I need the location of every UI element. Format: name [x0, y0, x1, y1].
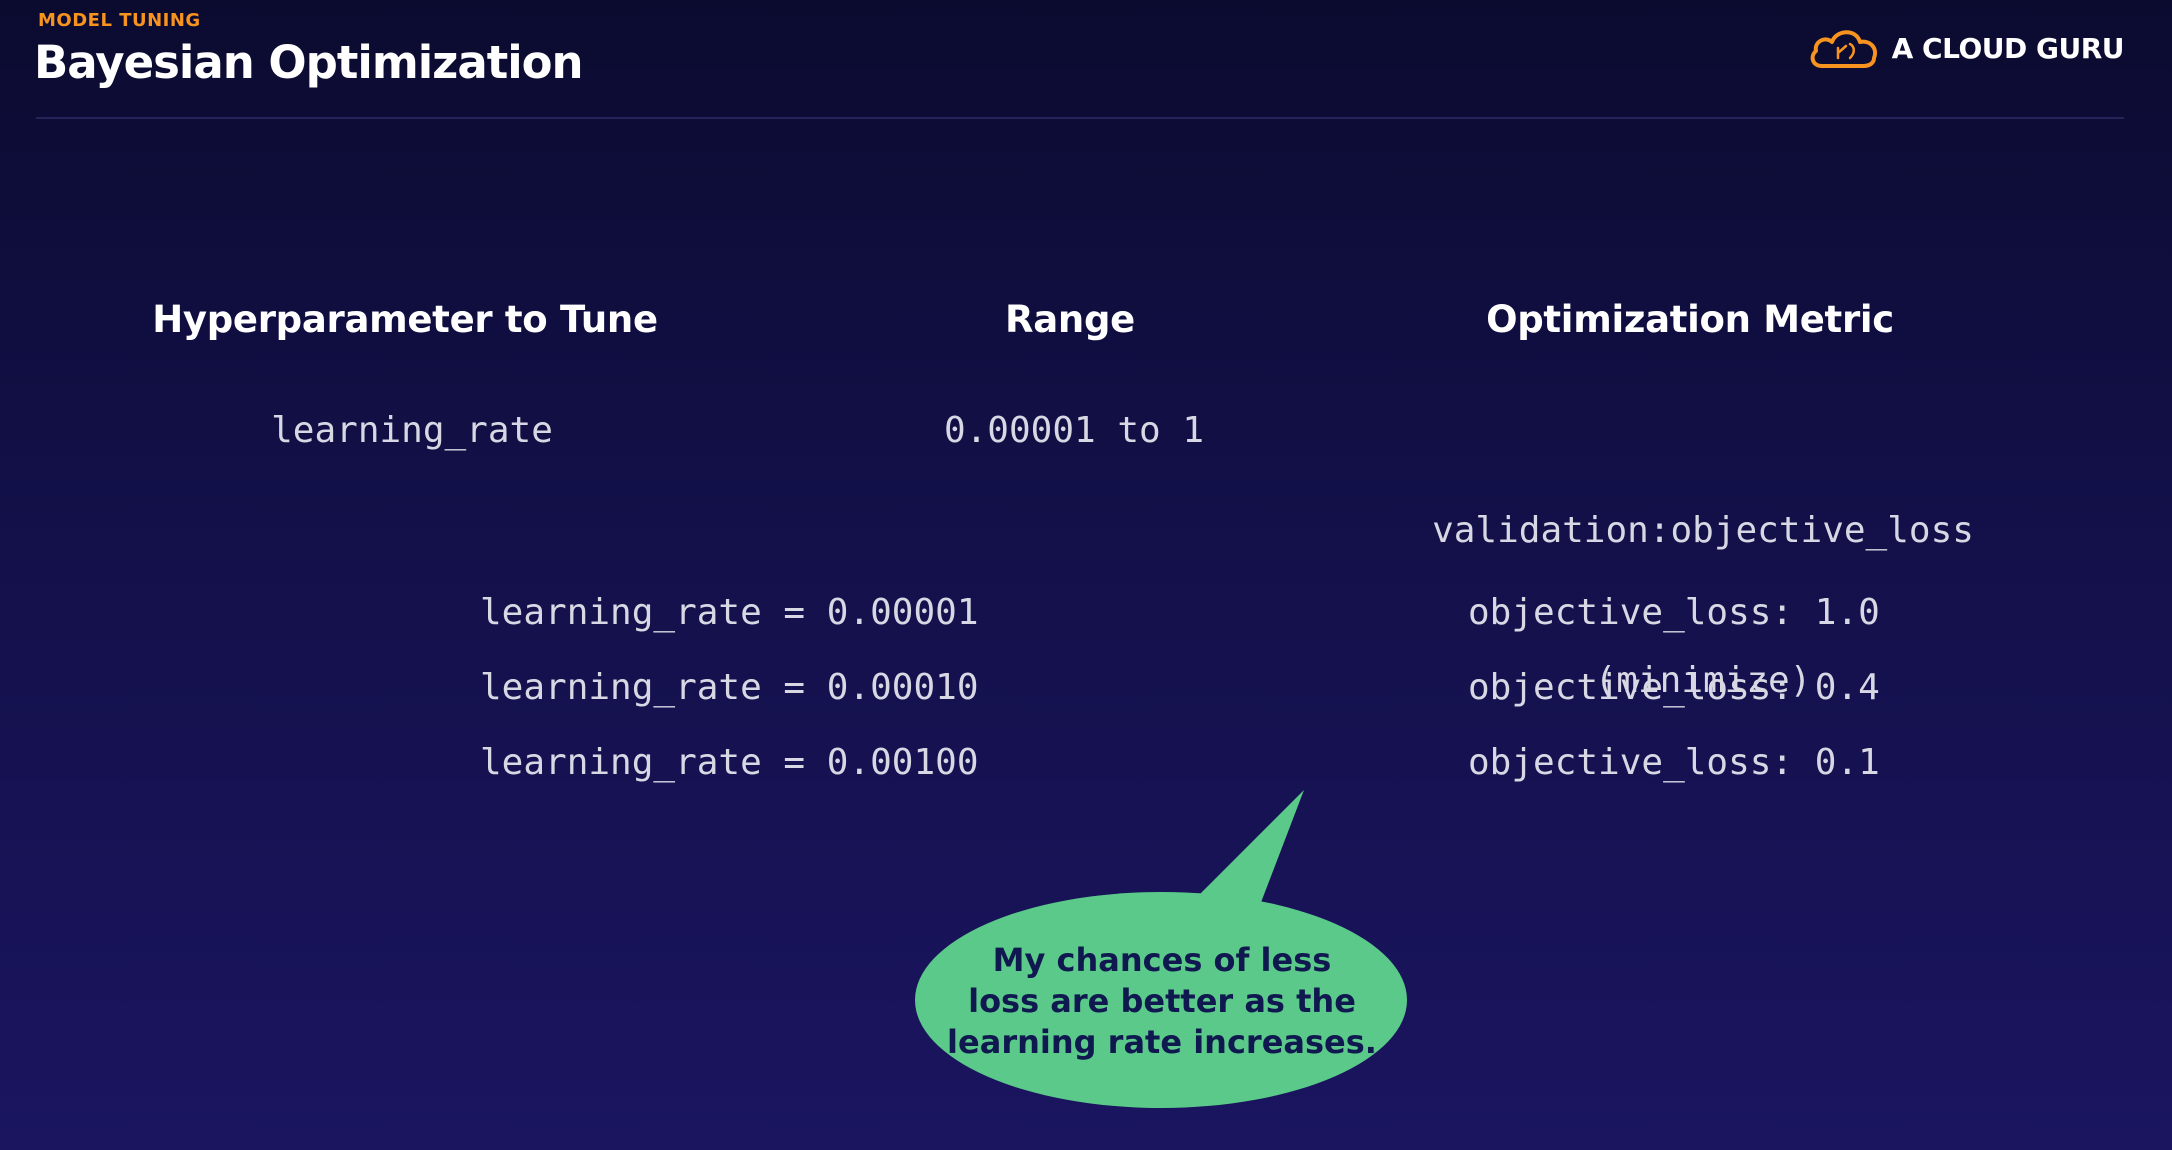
- brand-name: A CLOUD GURU: [1891, 31, 2125, 65]
- range-value: 0.00001 to 1: [943, 410, 1205, 451]
- trial-setting: learning_rate = 0.00001: [480, 592, 979, 633]
- callout-line: learning rate increases.: [947, 1023, 1377, 1061]
- trial-setting: learning_rate = 0.00100: [480, 742, 979, 783]
- header-metric: Optimization Metric: [1486, 298, 1894, 341]
- brand-logo: A CLOUD GURU: [1808, 24, 2125, 72]
- trial-result: objective_loss: 0.4: [1468, 667, 1880, 708]
- callout-text: My chances of less loss are better as th…: [912, 940, 1412, 1063]
- hyperparameter-value: learning_rate: [271, 410, 553, 451]
- slide-kicker: MODEL TUNING: [38, 10, 201, 31]
- trial-result: objective_loss: 0.1: [1468, 742, 1880, 783]
- trial-setting: learning_rate = 0.00010: [480, 667, 979, 708]
- metric-name: validation:objective_loss: [1432, 510, 1974, 551]
- title-divider: [36, 117, 2124, 119]
- header-hyperparameter: Hyperparameter to Tune: [152, 298, 658, 341]
- slide-title: Bayesian Optimization: [34, 36, 584, 89]
- callout-line: My chances of less: [992, 941, 1332, 979]
- speech-bubble: My chances of less loss are better as th…: [912, 790, 1412, 1110]
- trial-result: objective_loss: 1.0: [1468, 592, 1880, 633]
- cloud-logo-icon: [1808, 26, 1880, 70]
- callout-line: loss are better as the: [968, 982, 1356, 1020]
- header-range: Range: [1005, 298, 1135, 341]
